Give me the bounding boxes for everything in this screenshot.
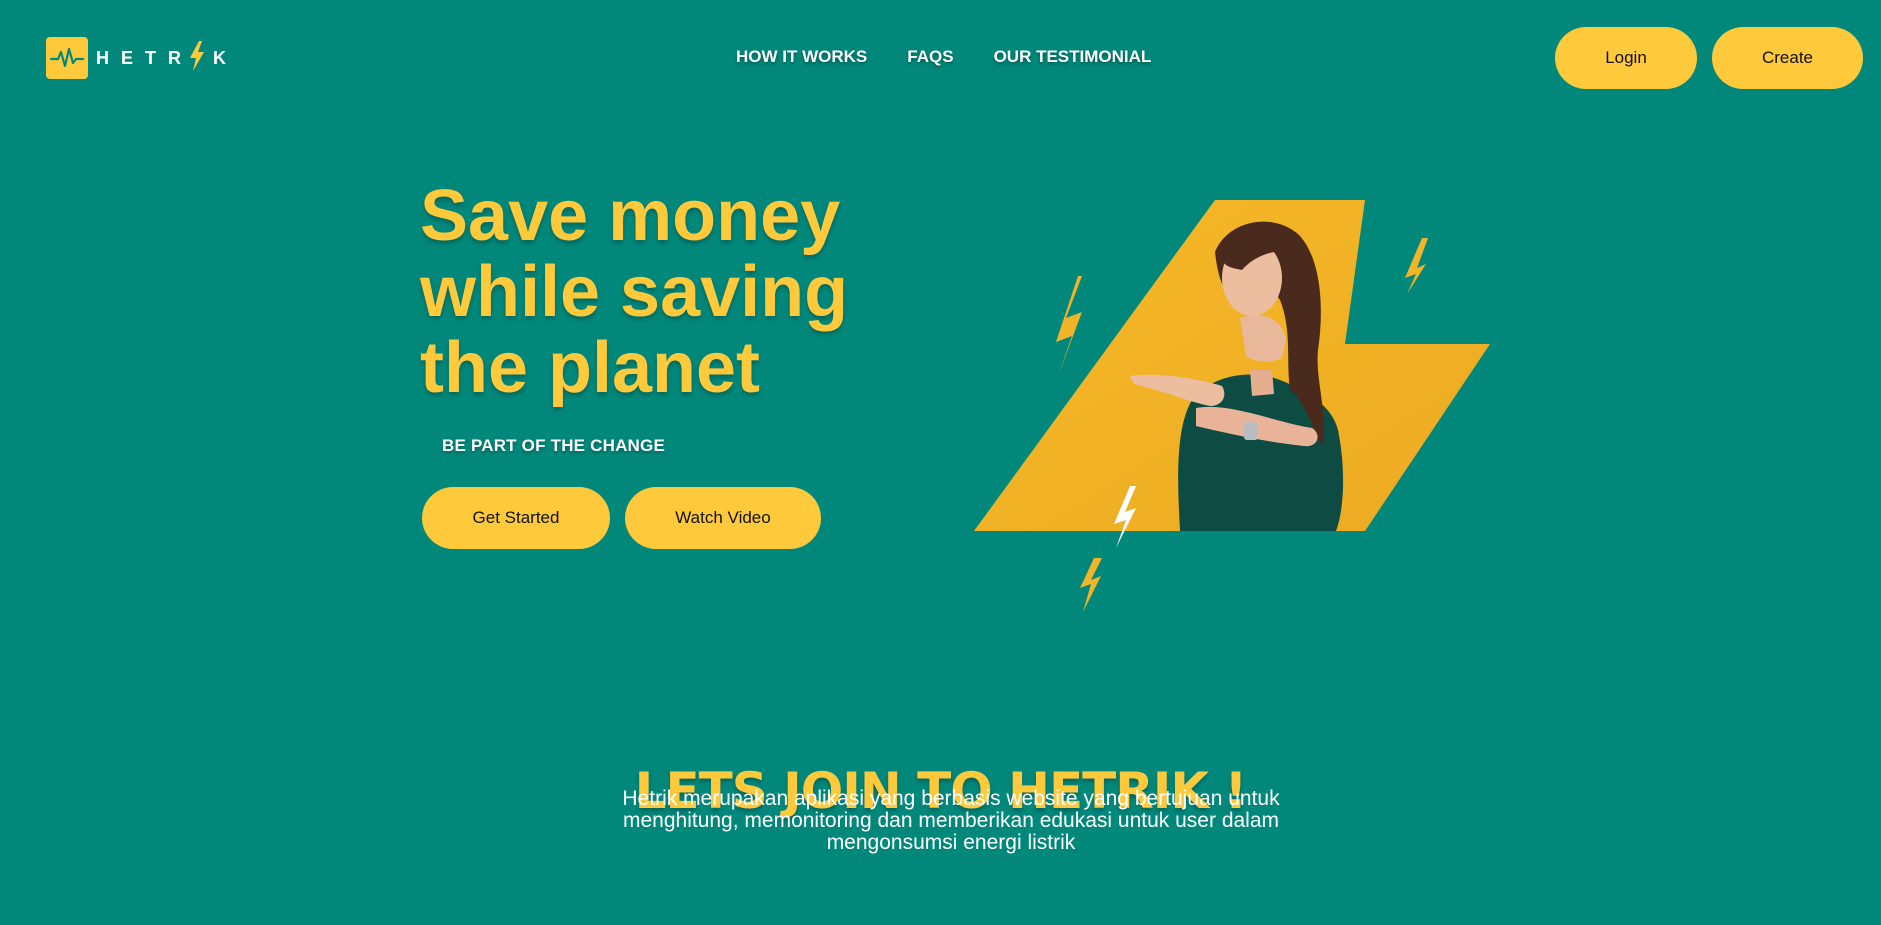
- get-started-button[interactable]: Get Started: [422, 487, 610, 549]
- brand-letters-end: K: [213, 47, 238, 68]
- hero-title: Save money while saving the planet: [420, 176, 849, 408]
- section-description: Hetrik merupakan aplikasi yang berbasis …: [622, 787, 1280, 854]
- nav-how-it-works[interactable]: HOW IT WORKS: [736, 47, 867, 67]
- brand-logo[interactable]: HETR K: [46, 37, 238, 79]
- brand-wordmark: HETR K: [96, 40, 238, 76]
- hero-illustration: [960, 190, 1520, 635]
- brand-letters-start: HETR: [96, 47, 193, 68]
- main-nav: HOW IT WORKS FAQS OUR TESTIMONIAL: [736, 47, 1191, 67]
- pulse-icon: [46, 37, 88, 79]
- create-button[interactable]: Create: [1712, 27, 1863, 89]
- login-button[interactable]: Login: [1555, 27, 1697, 89]
- watch-video-button[interactable]: Watch Video: [625, 487, 821, 549]
- nav-our-testimonial[interactable]: OUR TESTIMONIAL: [994, 47, 1152, 67]
- nav-faqs[interactable]: FAQS: [907, 47, 953, 67]
- lightning-bolt-icon: [1080, 558, 1102, 612]
- lightning-bolt-icon: [1056, 276, 1082, 376]
- lightning-bolt-icon: [189, 40, 205, 76]
- hero-artwork: [974, 200, 1490, 612]
- lightning-bolt-icon: [1405, 238, 1428, 294]
- hero-subtitle: BE PART OF THE CHANGE: [442, 436, 666, 455]
